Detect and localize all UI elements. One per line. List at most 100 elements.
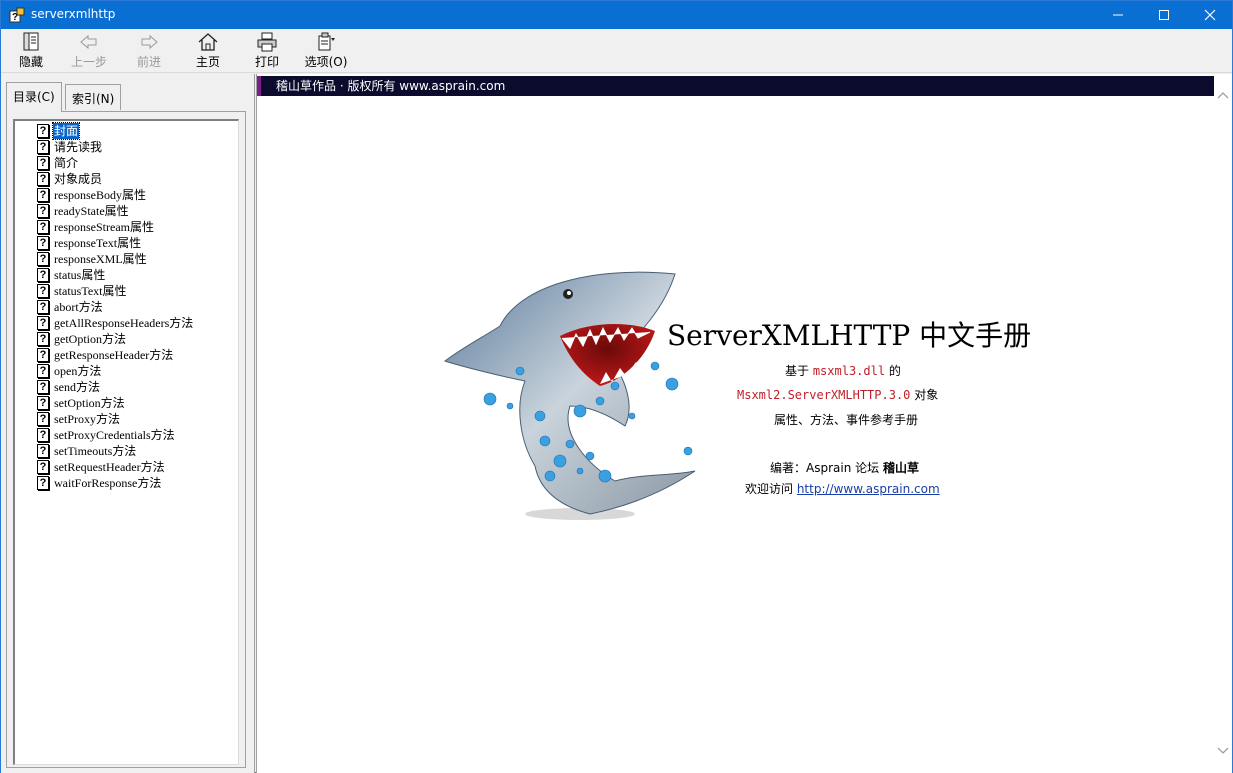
help-page-icon: ? — [37, 204, 49, 218]
help-page-icon: ? — [37, 444, 49, 458]
tab-contents-label: 目录(C) — [13, 90, 55, 104]
tree-item-label: responseBody属性 — [54, 188, 146, 202]
tree-item[interactable]: ? responseText属性 — [37, 235, 238, 251]
hide-button[interactable]: 隐藏 — [5, 31, 57, 71]
tree-item[interactable]: ? 请先读我 — [37, 139, 238, 155]
tab-index-label: 索引(N) — [72, 92, 115, 106]
tree-item[interactable]: ? setTimeouts方法 — [37, 443, 238, 459]
based-on-suffix: 的 — [885, 364, 901, 378]
shark-illustration — [443, 271, 696, 520]
maximize-button[interactable] — [1141, 1, 1187, 29]
author-name: 稽山草 — [882, 461, 919, 475]
based-on-prefix: 基于 — [785, 364, 813, 378]
author-line: 编著：Asprain 论坛 稽山草 — [770, 459, 919, 476]
tree-item-label: abort方法 — [54, 300, 103, 314]
home-label: 主页 — [195, 55, 220, 69]
close-icon — [1204, 9, 1216, 21]
forward-label: 前进 — [136, 55, 161, 69]
help-page-icon: ? — [37, 220, 49, 234]
tree-list: ? 封面? 请先读我? 简介? 对象成员? responseBody属性? readySta… — [15, 121, 238, 491]
hide-pane-icon — [23, 32, 39, 51]
tree-item-label: 请先读我 — [54, 140, 103, 154]
printer-icon — [257, 32, 277, 52]
tree-item-label: responseStream属性 — [54, 220, 154, 234]
dll-name: msxml3.dll — [812, 364, 886, 378]
tree-item[interactable]: ? getResponseHeader方法 — [37, 347, 238, 363]
scroll-down-icon[interactable] — [1217, 746, 1229, 756]
tree-item-label: setOption方法 — [54, 396, 125, 410]
tree-item[interactable]: ? 简介 — [37, 155, 238, 171]
tree-item[interactable]: ? setRequestHeader方法 — [37, 459, 238, 475]
tree-item-label: 封面 — [51, 122, 81, 140]
tree-item-label: responseText属性 — [54, 236, 142, 250]
tree-item[interactable]: ? readyState属性 — [37, 203, 238, 219]
tree-item-label: open方法 — [54, 364, 102, 378]
help-page-icon: ? — [37, 412, 49, 426]
help-page-icon: ? — [37, 364, 49, 378]
tree-item[interactable]: ? setOption方法 — [37, 395, 238, 411]
tree-item[interactable]: ? responseBody属性 — [37, 187, 238, 203]
help-page-icon: ? — [37, 316, 49, 330]
help-page-icon: ? — [37, 284, 49, 298]
scroll-up-icon[interactable] — [1217, 90, 1229, 100]
tree-item[interactable]: ? status属性 — [37, 267, 238, 283]
tree-item[interactable]: ? open方法 — [37, 363, 238, 379]
based-on-line: 基于 msxml3.dll 的 — [785, 362, 901, 379]
window-title: serverxmlhttp — [31, 7, 116, 21]
back-arrow-icon — [80, 34, 97, 50]
tree-item[interactable]: ? statusText属性 — [37, 283, 238, 299]
help-page-icon: ? — [37, 156, 49, 170]
tree-item[interactable]: ? 封面 — [37, 122, 238, 140]
minimize-button[interactable] — [1095, 1, 1141, 29]
tree-item-label: readyState属性 — [54, 204, 129, 218]
tree-item-label: 简介 — [54, 156, 79, 170]
tree-item[interactable]: ? responseXML属性 — [37, 251, 238, 267]
options-button[interactable]: 选项(O) — [300, 31, 352, 71]
help-page-icon: ? — [37, 172, 49, 186]
tree-item-label: getResponseHeader方法 — [54, 348, 174, 362]
tree-item[interactable]: ? getOption方法 — [37, 331, 238, 347]
maximize-icon — [1159, 10, 1169, 20]
tree-item-label: getOption方法 — [54, 332, 126, 346]
options-label: 选项(O) — [304, 55, 348, 69]
contents-tree[interactable]: ? 封面? 请先读我? 简介? 对象成员? responseBody属性? readySta… — [13, 119, 239, 765]
tree-item[interactable]: ? setProxyCredentials方法 — [37, 427, 238, 443]
tree-item[interactable]: ? 对象成员 — [37, 171, 238, 187]
tree-item[interactable]: ? waitForResponse方法 — [37, 475, 238, 491]
back-button[interactable]: 上一步 — [63, 31, 115, 71]
help-page-icon: ? — [37, 268, 49, 282]
forward-button[interactable]: 前进 — [123, 31, 175, 71]
pane-splitter[interactable] — [249, 74, 255, 773]
title-bar[interactable]: ? serverxmlhttp — [1, 1, 1232, 29]
tab-contents[interactable]: 目录(C) — [6, 82, 62, 112]
hide-label: 隐藏 — [18, 55, 43, 69]
visit-prefix: 欢迎访问 — [745, 482, 797, 496]
back-label: 上一步 — [70, 55, 107, 69]
tree-item[interactable]: ? responseStream属性 — [37, 219, 238, 235]
author-prefix: 编著：Asprain 论坛 — [770, 461, 883, 475]
tree-item-label: setRequestHeader方法 — [54, 460, 165, 474]
website-link[interactable]: http://www.asprain.com — [797, 482, 940, 496]
help-page-icon: ? — [37, 188, 49, 202]
help-window: ? serverxmlhttp 隐藏 上一步 前进 主页 打印 选项(O) 目录… — [0, 0, 1233, 773]
tree-item[interactable]: ? abort方法 — [37, 299, 238, 315]
home-icon — [198, 33, 218, 51]
home-button[interactable]: 主页 — [182, 31, 234, 71]
tree-item[interactable]: ? getAllResponseHeaders方法 — [37, 315, 238, 331]
help-page-icon: ? — [37, 348, 49, 362]
reference-line: 属性、方法、事件参考手册 — [774, 413, 919, 427]
help-page-icon: ? — [37, 396, 49, 410]
help-page-icon: ? — [37, 124, 49, 138]
help-app-icon: ? — [9, 7, 25, 23]
options-icon — [318, 32, 335, 51]
help-page-icon: ? — [37, 252, 49, 266]
tree-item[interactable]: ? setProxy方法 — [37, 411, 238, 427]
tab-index[interactable]: 索引(N) — [65, 84, 122, 110]
vertical-scrollbar[interactable] — [1214, 74, 1232, 773]
visit-line: 欢迎访问 http://www.asprain.com — [745, 480, 940, 497]
tree-item[interactable]: ? send方法 — [37, 379, 238, 395]
content-pane: 稽山草作品 · 版权所有 www.asprain.com ServerXMLHT… — [256, 74, 1232, 773]
print-button[interactable]: 打印 — [241, 31, 293, 71]
close-button[interactable] — [1187, 1, 1233, 29]
page-title: ServerXMLHTTP 中文手册 — [667, 319, 1032, 352]
